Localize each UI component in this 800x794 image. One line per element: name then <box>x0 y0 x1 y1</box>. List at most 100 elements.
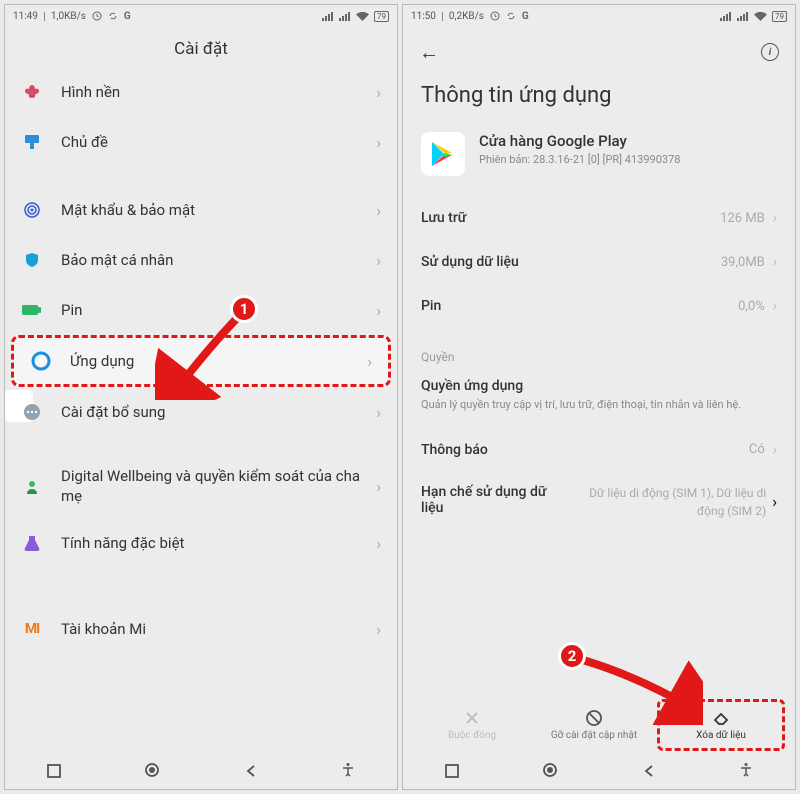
row-data-limit[interactable]: Hạn chế sử dụng dữ liệu Dữ liệu di động … <box>403 472 795 532</box>
battery-icon <box>21 299 43 321</box>
eraser-icon <box>712 709 730 727</box>
row-label: Tính năng đặc biệt <box>61 534 376 552</box>
chevron-right-icon: › <box>376 251 381 270</box>
row-wellbeing[interactable]: Digital Wellbeing và quyền kiểm soát của… <box>5 455 397 518</box>
app-name: Cửa hàng Google Play <box>479 132 680 150</box>
chevron-right-icon: › <box>376 477 381 496</box>
row-battery-usage[interactable]: Pin 0,0% › <box>403 284 795 328</box>
action-uninstall-updates[interactable]: Gỡ cài đặt cập nhật <box>533 695 655 755</box>
row-special[interactable]: Tính năng đặc biệt › <box>5 518 397 568</box>
sync-icon <box>506 11 516 21</box>
battery-icon: 79 <box>374 11 389 22</box>
row-label: Cài đặt bổ sung <box>61 403 376 421</box>
g-icon: G <box>124 11 131 22</box>
row-privacy[interactable]: Bảo mật cá nhân › <box>5 235 397 285</box>
stat-value: 39,0MB <box>721 255 765 270</box>
nav-bar <box>403 755 795 789</box>
nav-back-icon[interactable] <box>244 763 258 782</box>
nav-accessibility-icon[interactable] <box>739 762 753 782</box>
stat-key: Lưu trữ <box>421 210 466 226</box>
row-label: Digital Wellbeing và quyền kiểm soát của… <box>61 467 376 506</box>
stat-key: Hạn chế sử dụng dữ liệu <box>421 484 561 516</box>
status-time: 11:49 <box>13 11 38 22</box>
chevron-right-icon: › <box>773 254 777 270</box>
row-battery[interactable]: Pin › <box>5 285 397 335</box>
battery-icon: 79 <box>772 11 787 22</box>
chevron-right-icon: › <box>376 403 381 422</box>
wellbeing-icon <box>21 476 43 498</box>
row-label: Pin <box>61 301 376 319</box>
status-net: 1,0KB/s <box>51 11 86 22</box>
nav-back-icon[interactable] <box>642 763 656 782</box>
row-security[interactable]: Mật khẩu & bảo mật › <box>5 185 397 235</box>
shield-icon <box>21 249 43 271</box>
play-store-icon <box>421 132 465 176</box>
row-data-usage[interactable]: Sử dụng dữ liệu 39,0MB › <box>403 240 795 284</box>
bottom-actions: Buộc đóng Gỡ cài đặt cập nhật Xóa dữ liệ… <box>403 695 795 755</box>
flower-icon <box>21 81 43 103</box>
row-label: Tài khoản Mi <box>61 620 376 638</box>
nav-recents-icon[interactable] <box>47 763 61 782</box>
action-clear-data[interactable]: Xóa dữ liệu <box>657 699 785 751</box>
row-apps[interactable]: Ứng dụng › <box>11 335 391 387</box>
info-button[interactable]: i <box>761 43 779 61</box>
close-icon <box>463 709 481 727</box>
prohibit-icon <box>585 709 603 727</box>
stat-key: Thông báo <box>421 442 488 458</box>
stat-key: Pin <box>421 298 441 314</box>
row-label: Chủ đề <box>61 133 376 151</box>
row-label: Bảo mật cá nhân <box>61 251 376 269</box>
nav-recents-icon[interactable] <box>445 763 459 782</box>
flask-icon <box>21 532 43 554</box>
dots-icon <box>21 401 43 423</box>
chevron-right-icon: › <box>376 534 381 553</box>
status-bar: 11:50 0,2KB/s G 79 <box>403 5 795 27</box>
chevron-right-icon: › <box>773 442 777 458</box>
alarm-icon <box>490 11 500 21</box>
row-storage[interactable]: Lưu trữ 126 MB › <box>403 196 795 240</box>
action-force-stop[interactable]: Buộc đóng <box>411 695 533 755</box>
perm-title: Quyền ứng dụng <box>421 378 777 394</box>
sync-icon <box>108 11 118 21</box>
status-time: 11:50 <box>411 11 436 22</box>
stat-value: 0,0% <box>738 299 765 314</box>
row-additional[interactable]: Cài đặt bổ sung › <box>5 387 397 437</box>
brush-icon <box>21 131 43 153</box>
status-bar: 11:49 1,0KB/s G 79 <box>5 5 397 27</box>
alarm-icon <box>92 11 102 21</box>
nav-home-icon[interactable] <box>144 762 160 782</box>
chevron-right-icon: › <box>367 352 372 371</box>
section-permissions: Quyền <box>403 328 795 370</box>
row-notifications[interactable]: Thông báo Có › <box>403 428 795 472</box>
chevron-right-icon: › <box>376 133 381 152</box>
row-mi-account[interactable]: MI Tài khoản Mi › <box>5 604 397 654</box>
row-wallpaper[interactable]: Hình nền › <box>5 67 397 117</box>
signal-icon <box>737 12 749 21</box>
g-icon: G <box>522 11 529 22</box>
row-label: Mật khẩu & bảo mật <box>61 201 376 219</box>
annotation-badge: 2 <box>558 642 586 670</box>
nav-home-icon[interactable] <box>542 762 558 782</box>
action-label: Xóa dữ liệu <box>696 730 746 741</box>
action-label: Buộc đóng <box>448 730 496 741</box>
chevron-right-icon: › <box>376 83 381 102</box>
row-app-permissions[interactable]: Quyền ứng dụng Quản lý quyền truy cập vị… <box>403 370 795 428</box>
signal-icon <box>720 12 732 21</box>
stat-value: Dữ liệu di động (SIM 1), Dữ liệu di động… <box>561 484 766 520</box>
row-label: Ứng dụng <box>70 352 367 370</box>
app-version: Phiên bản: 28.3.16-21 [0] [PR] 413990378 <box>479 152 680 167</box>
stat-key: Sử dụng dữ liệu <box>421 254 519 270</box>
chevron-right-icon: › <box>773 298 777 314</box>
back-button[interactable]: ← <box>419 40 439 65</box>
wifi-icon <box>356 12 369 21</box>
app-header: Cửa hàng Google Play Phiên bản: 28.3.16-… <box>403 132 795 196</box>
chevron-right-icon: › <box>376 301 381 320</box>
signal-icon <box>322 12 334 21</box>
perm-desc: Quản lý quyền truy cập vị trí, lưu trữ, … <box>421 397 777 414</box>
chevron-right-icon: › <box>773 210 777 226</box>
nav-accessibility-icon[interactable] <box>341 762 355 782</box>
gear-icon <box>30 350 52 372</box>
wifi-icon <box>754 12 767 21</box>
row-label: Hình nền <box>61 83 376 101</box>
row-theme[interactable]: Chủ đề › <box>5 117 397 167</box>
